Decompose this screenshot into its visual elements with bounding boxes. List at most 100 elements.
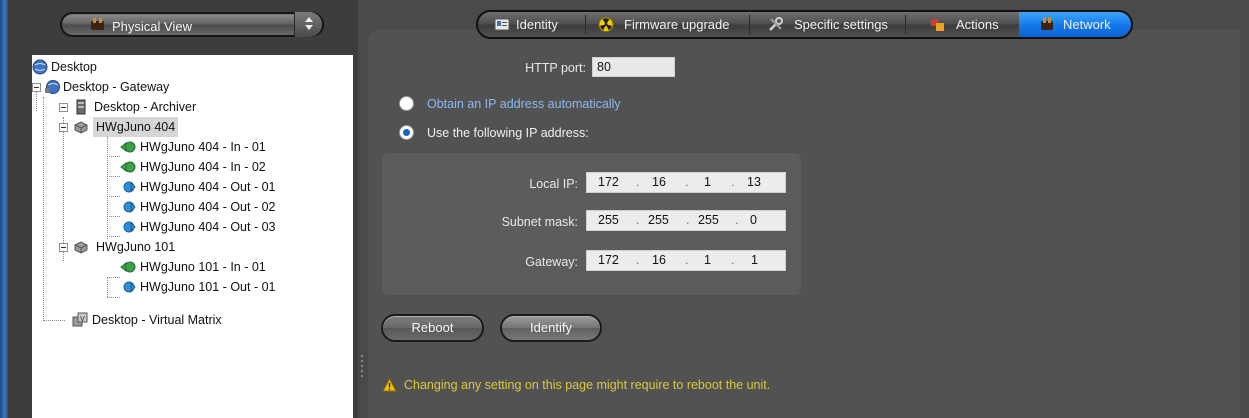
virtual-matrix-icon: V [72, 312, 88, 327]
collapse-toggle-icon[interactable] [59, 103, 68, 112]
tree-connector [107, 277, 108, 297]
left-pane: Physical View Desktop Desktop - Gateway … [8, 0, 358, 418]
up-down-arrows-icon [305, 17, 313, 30]
tree-connector [107, 277, 120, 278]
tab-firmware-upgrade[interactable]: Firmware upgrade [586, 12, 749, 37]
tree-item-label: Desktop - Virtual Matrix [92, 313, 222, 327]
view-selector-spin[interactable] [294, 12, 322, 37]
tree-item-label: HWgJuno 404 - Out - 03 [140, 220, 276, 234]
tree-item-label: HWgJuno 101 - Out - 01 [140, 280, 276, 294]
ip-octet: 1 [751, 253, 758, 267]
device-icon [74, 121, 88, 134]
gateway-globe-icon [45, 80, 60, 94]
ip-octet: 0 [750, 213, 757, 227]
collapse-toggle-icon[interactable] [59, 123, 68, 132]
window-frame-edge [0, 0, 8, 418]
tree-connector [107, 176, 120, 177]
ip-octet: 16 [652, 175, 666, 189]
use-following-ip-radio[interactable] [399, 125, 414, 140]
tree-item-label: HWgJuno 404 - Out - 02 [140, 200, 276, 214]
ip-octet: 255 [648, 213, 669, 227]
entity-tree[interactable]: Desktop Desktop - Gateway Desktop - Arch… [32, 55, 353, 418]
tree-connector [107, 297, 120, 298]
ip-octet: 255 [598, 213, 619, 227]
tree-item-label: HWgJuno 101 - In - 01 [140, 260, 266, 274]
server-icon [76, 99, 86, 115]
tree-connector [63, 117, 64, 261]
pane-splitter[interactable] [361, 355, 364, 381]
gateway-input[interactable]: 172 . 16 . 1 . 1 [586, 250, 786, 271]
app-window: Physical View Desktop Desktop - Gateway … [0, 0, 1249, 418]
ip-separator: . [686, 213, 690, 227]
collapse-toggle-icon[interactable] [32, 83, 41, 92]
local-ip-label: Local IP: [529, 177, 578, 191]
tree-item-label: Desktop - Gateway [63, 80, 170, 94]
globe-icon [32, 59, 48, 75]
obtain-ip-auto-radio[interactable] [399, 96, 414, 111]
tab-label: Network [1063, 17, 1111, 32]
gateway-label: Gateway: [525, 255, 578, 269]
tab-label: Identity [516, 17, 558, 32]
reboot-warning-text: Changing any setting on this page might … [404, 378, 771, 392]
tree-item-label: Desktop [51, 60, 97, 74]
tree-item-label: HWgJuno 404 - Out - 01 [140, 180, 276, 194]
ip-separator: . [735, 213, 739, 227]
identify-button[interactable]: Identify [500, 314, 602, 342]
tree-connector [107, 137, 108, 239]
id-card-icon [494, 18, 510, 31]
subnet-mask-label: Subnet mask: [501, 215, 578, 229]
tree-item-label: HWgJuno 404 [93, 117, 179, 137]
ip-separator: . [685, 253, 689, 267]
network-plug-icon [1041, 17, 1053, 30]
local-ip-input[interactable]: 172 . 16 . 1 . 13 [586, 172, 786, 193]
network-plug-icon [91, 18, 104, 30]
collapse-toggle-icon[interactable] [59, 243, 68, 252]
ip-octet: 13 [747, 175, 761, 189]
http-port-label: HTTP port: [525, 61, 586, 75]
ip-separator: . [685, 175, 689, 189]
tree-item-label: HWgJuno 404 - In - 01 [140, 140, 266, 154]
warning-triangle-icon [382, 378, 397, 392]
view-selector[interactable]: Physical View [60, 12, 324, 37]
actions-icon [931, 19, 944, 31]
tree-item-label: HWgJuno 404 - In - 02 [140, 160, 266, 174]
radiation-icon [598, 17, 614, 32]
tree-connector [107, 196, 120, 197]
obtain-ip-auto-label[interactable]: Obtain an IP address automatically [427, 97, 621, 111]
reboot-button[interactable]: Reboot [381, 314, 484, 342]
tab-identity[interactable]: Identity [478, 12, 585, 37]
tree-connector [107, 156, 120, 157]
tree-item-label: Desktop - Archiver [94, 100, 197, 114]
output-arrow-icon [123, 181, 136, 193]
tree-connector [43, 97, 44, 321]
tab-label: Actions [956, 17, 999, 32]
ip-octet: 172 [598, 253, 619, 267]
ip-octet: 1 [704, 175, 711, 189]
http-port-input[interactable]: 80 [592, 57, 675, 77]
tab-specific-settings[interactable]: Specific settings [750, 12, 905, 37]
tab-network[interactable]: Network [1019, 12, 1131, 37]
device-icon [74, 241, 88, 254]
ip-octet: 172 [598, 175, 619, 189]
ip-separator: . [731, 175, 735, 189]
tree-connector [36, 89, 37, 111]
input-arrow-icon [120, 161, 136, 173]
ip-separator: . [636, 175, 640, 189]
subnet-mask-input[interactable]: 255 . 255 . 255 . 0 [586, 210, 786, 231]
tab-label: Firmware upgrade [624, 17, 730, 32]
ip-separator: . [731, 253, 735, 267]
use-following-ip-label[interactable]: Use the following IP address: [427, 126, 589, 140]
input-arrow-icon [120, 141, 136, 153]
tools-icon [769, 17, 783, 31]
ip-octet: 255 [698, 213, 719, 227]
ip-separator: . [636, 213, 640, 227]
tree-item-label: HWgJuno 101 [96, 240, 176, 254]
tab-actions[interactable]: Actions [906, 12, 1019, 37]
output-arrow-icon [123, 281, 136, 293]
settings-tabbar: Identity Firmware upgrade Specific setti… [476, 10, 1133, 39]
view-selector-label: Physical View [112, 19, 192, 34]
svg-text:V: V [80, 315, 85, 323]
tree-connector [43, 320, 65, 321]
tree-connector [107, 216, 120, 217]
tab-label: Specific settings [794, 17, 888, 32]
